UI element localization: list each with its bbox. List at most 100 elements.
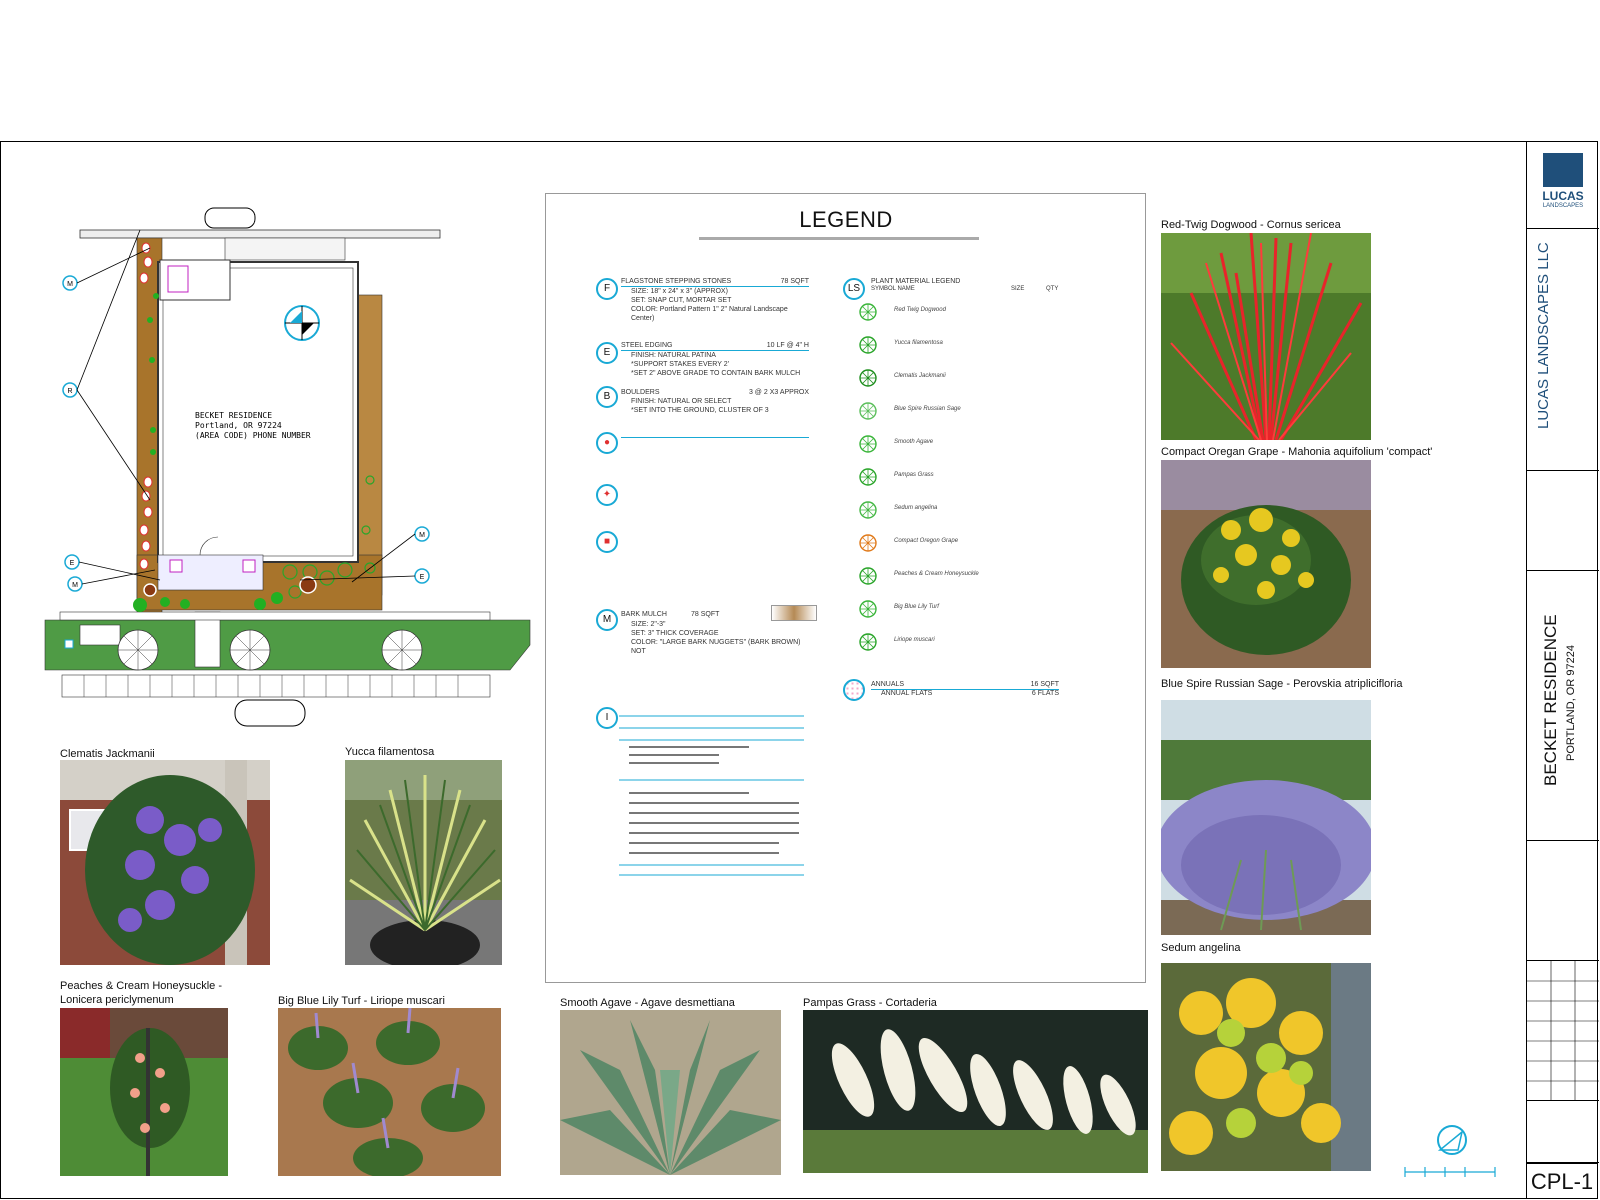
flagstone-title-text: FLAGSTONE STEPPING STONES — [621, 278, 732, 285]
boulders-title-text: BOULDERS — [621, 389, 660, 396]
flagstone-line-3: COLOR: Portland Pattern 1" 2" Natural La… — [631, 306, 788, 322]
title-block-revisions — [1527, 961, 1599, 1101]
photo-clematis — [60, 760, 270, 965]
title-block-company: LUCAS LANDSCAPES LLC — [1527, 229, 1599, 471]
plant-name: Compact Oregon Grape — [894, 538, 959, 544]
plant-row: Pampas Grass — [846, 467, 1046, 489]
mulch-title: BARK MULCH — [621, 611, 667, 618]
plant-name: Smooth Agave — [894, 439, 934, 445]
marker-r: R — [67, 388, 72, 395]
caption-lily-turf: Big Blue Lily Turf - Liriope muscari — [278, 995, 445, 1007]
title-block: LUCAS LANDSCAPES LUCAS LANDSCAPES LLC BE… — [1526, 141, 1599, 1199]
north-arrow-scale — [1400, 1120, 1500, 1190]
plant-row: Liriope muscari — [846, 632, 1046, 654]
key-irrigation: I — [596, 707, 618, 729]
plant-symbol-icon — [859, 402, 877, 420]
title-block-date — [1527, 1101, 1599, 1163]
photo-compact-oregon-grape — [1161, 460, 1371, 668]
title-block-project: BECKET RESIDENCE PORTLAND, OR 97224 — [1527, 571, 1599, 841]
title-block-logo: LUCAS LANDSCAPES — [1527, 141, 1599, 229]
plant-row: Smooth Agave — [846, 434, 1046, 456]
flagstone-line-1: SIZE: 18" x 24" x 3" (APPROX) — [631, 288, 728, 295]
caption-red-twig-dogwood: Red-Twig Dogwood - Cornus sericea — [1161, 219, 1341, 231]
plant-symbol-icon — [859, 534, 877, 552]
plant-name: Clematis Jackmanii — [894, 373, 946, 379]
boulders-qty: 3 @ 2 X3 APPROX — [748, 389, 809, 396]
annuals-qty: 16 SQFT — [1030, 681, 1059, 688]
key-steel: E — [596, 342, 618, 364]
plant-row: Peaches & Cream Honeysuckle — [846, 566, 1046, 588]
residence-phone: (AREA CODE) PHONE NUMBER — [195, 431, 311, 440]
key-mulch: M — [596, 609, 618, 631]
key-pathlight-icon: ✦ — [596, 484, 618, 506]
plant-symbol-icon — [859, 468, 877, 486]
plant-name: Pampas Grass — [894, 472, 934, 478]
plant-name: Liriope muscari — [894, 637, 935, 643]
title-block-notes — [1527, 841, 1599, 961]
marker-m-1: M — [67, 281, 73, 288]
plant-row: Compact Oregon Grape — [846, 533, 1046, 555]
mulch-line-3: COLOR: "LARGE BARK NUGGETS" (BARK BROWN)… — [631, 639, 801, 655]
photo-pampas — [803, 1010, 1148, 1173]
residence-city: Portland, OR 97224 — [195, 421, 282, 430]
steel-line-1: FINISH: NATURAL PATINA — [631, 352, 716, 359]
plant-legend-subheader: SYMBOL NAME — [871, 286, 915, 292]
caption-yucca: Yucca filamentosa — [345, 746, 435, 758]
mulch-line-1: SIZE: 2"-3" — [631, 621, 666, 628]
plant-row: Blue Spire Russian Sage — [846, 401, 1046, 423]
key-spotlight-icon: ● — [596, 432, 618, 454]
plant-name: Peaches & Cream Honeysuckle — [894, 571, 979, 577]
plant-row: Sedum angelina — [846, 500, 1046, 522]
legend-panel: LEGEND F FLAGSTONE STEPPING STONES 78 SQ… — [545, 193, 1146, 983]
spotlight-line — [621, 437, 809, 438]
plant-symbol-icon — [859, 567, 877, 585]
caption-compact-oregon-grape: Compact Oregan Grape - Mahonia aquifoliu… — [1161, 446, 1433, 458]
photo-agave — [560, 1010, 781, 1175]
steel-line-2: *SUPPORT STAKES EVERY 2' — [631, 361, 729, 368]
plant-symbol-icon — [859, 435, 877, 453]
plant-name: Yucca filamentosa — [894, 340, 943, 346]
mulch-line-2: SET: 3" THICK COVERAGE — [631, 630, 719, 637]
key-plant-schedule: LS — [843, 278, 865, 300]
marker-e-2: E — [420, 574, 425, 581]
sheet-number: CPL-1 — [1526, 1163, 1598, 1200]
steel-line-3: *SET 2" ABOVE GRADE TO CONTAIN BARK MULC… — [631, 370, 801, 377]
plant-row: Big Blue Lily Turf — [846, 599, 1046, 621]
caption-russian-sage: Blue Spire Russian Sage - Perovskia atri… — [1161, 678, 1403, 690]
site-plan: BECKET RESIDENCE Portland, OR 97224 (ARE… — [40, 200, 550, 730]
annuals-sub-qty: 6 FLATS — [1031, 690, 1059, 697]
photo-lily-turf — [278, 1008, 501, 1176]
photo-russian-sage — [1161, 700, 1371, 935]
caption-honeysuckle-latin: Lonicera periclymenum — [60, 994, 174, 1006]
company-logo-icon — [1543, 153, 1583, 187]
caption-sedum-angelina: Sedum angelina — [1161, 942, 1241, 954]
plant-row: Clematis Jackmanii — [846, 368, 1046, 390]
key-transformer-icon: ■ — [596, 531, 618, 553]
logo-subtext: LANDSCAPES — [1542, 203, 1584, 209]
plant-legend-size-header: SIZE — [1011, 286, 1025, 292]
boulders-line-1: FINISH: NATURAL OR SELECT — [631, 398, 732, 405]
mulch-qty: 78 SQFT — [691, 611, 720, 618]
key-boulders: B — [596, 386, 618, 408]
company-name: LUCAS LANDSCAPES LLC — [1535, 242, 1552, 429]
plant-name: Red Twig Dogwood — [894, 307, 946, 313]
flagstone-qty: 78 SQFT — [780, 278, 809, 285]
plant-symbol-icon — [859, 369, 877, 387]
boulders-title: BOULDERS 3 @ 2 X3 APPROX — [621, 388, 809, 397]
title-block-address — [1527, 471, 1599, 571]
flagstone-title: FLAGSTONE STEPPING STONES 78 SQFT — [621, 277, 809, 287]
plant-symbol-icon — [859, 633, 877, 651]
flagstone-line-2: SET: SNAP CUT, MORTAR SET — [631, 297, 732, 304]
marker-e: E — [70, 560, 75, 567]
plant-symbol-icon — [859, 600, 877, 618]
steel-title: STEEL EDGING 10 LF @ 4" H — [621, 341, 809, 351]
mulch-swatch — [771, 605, 817, 621]
annuals-sub-text: ANNUAL FLATS — [881, 690, 933, 697]
legend-title: LEGEND — [799, 207, 893, 232]
caption-honeysuckle: Peaches & Cream Honeysuckle - — [60, 980, 223, 992]
plant-name: Big Blue Lily Turf — [894, 604, 939, 610]
project-city: PORTLAND, OR 97224 — [1565, 645, 1577, 761]
plant-name: Blue Spire Russian Sage — [894, 406, 961, 412]
steel-qty: 10 LF @ 4" H — [766, 342, 809, 349]
plant-symbol-icon — [859, 336, 877, 354]
